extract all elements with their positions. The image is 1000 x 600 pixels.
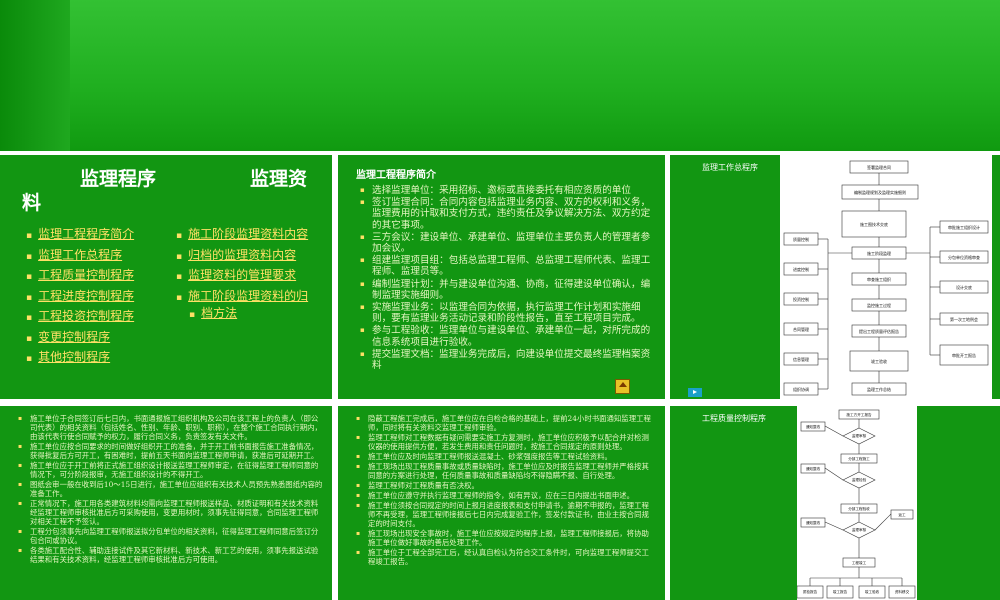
slide-title: 工程质量控制程序 [702, 414, 766, 423]
link-item[interactable]: 监理资料的管理要求 [176, 266, 308, 287]
flow-node: 通知整改 [806, 424, 821, 429]
flowchart-svg: 施工方开工报告 监理审核 分部工程施工 监理检验 分部工程验收 监理审核 工程竣… [796, 409, 916, 599]
bullet-item: 签订监理合同：合同内容包括监理业务内容、双方的权利和义务，监理费用的计取和支付方… [360, 197, 656, 231]
bullet-item: 施工单位须按合同规定的时间上报月进度报表和支付申请书，逾期不申报的，监理工程师不… [356, 501, 656, 528]
bullet-item: 隐蔽工程施工完成后，施工单位应在自检合格的基础上，提前24小时书面通知监理工程师… [356, 414, 656, 432]
flow-node: 设计交底 [956, 284, 972, 290]
bullet-item: 施工现场出现工程质量事故或质量缺陷时，施工单位应及时报告监理工程师并严格按其同意… [356, 462, 656, 480]
bullet-item: 监理工程师对工程数据有疑问需要实施工方复测时，施工单位应积极予以配合并对检测仪器… [356, 433, 656, 451]
title-part3: 料 [22, 192, 42, 214]
next-icon[interactable] [688, 388, 702, 397]
right-link-list: 施工阶段监理资料内容 归档的监理资料内容 监理资料的管理要求 施工阶段监理资料的… [176, 225, 308, 325]
bullet-item: 施工现场出现安全事故时，施工单位应按规定的程序上报，监理工程师接报后，将协助施工… [356, 529, 656, 547]
flow-node: 组织协调 [793, 386, 809, 392]
bullet-item: 施工单位应遵守并执行监理工程师的指令，如有异议，应在三日内提出书面申述。 [356, 491, 656, 500]
flow-node: 施工方开工报告 [846, 412, 872, 417]
flow-node: 分部工程施工 [848, 456, 870, 461]
flow-node: 监理工作总结 [867, 386, 891, 392]
link-item[interactable]: 施工阶段监理资料内容 [176, 225, 308, 246]
home-icon[interactable] [615, 379, 630, 394]
bullet-item: 施工单位于工程全部完工后，经认真自检认为符合交工条件时，可向监理工程师提交工程竣… [356, 548, 656, 566]
bullet-item: 施工单位应及时向监理工程师报送混凝土、砂浆强度报告等工程试验资料。 [356, 452, 656, 461]
slide-title: 监理工作总程序 [702, 163, 758, 172]
flow-node: 进度控制 [793, 266, 809, 272]
bullet-item: 施工单位应于开工前将正式施工组织设计报送监理工程师审定，在征得监理工程师同意的情… [18, 461, 324, 479]
slide-title: 监理工程程序简介 [356, 170, 436, 181]
bullet-item: 组建监理项目组：包括总监理工程师、总监理工程师代表、监理工程师、监理员等。 [360, 255, 656, 277]
bullet-item: 各类施工配合性、辅助连接试件及其它新材料、新技术、新工艺的使用，须事先报送试验结… [18, 546, 324, 564]
bullet-item: 监理工程师对工程质量有否决权。 [356, 481, 656, 490]
slide-thumbnail-overall-flow[interactable]: 监理工作总程序 签署监理合同 编制监理规划及监理实施细则 施工图技术交底 施工阶… [670, 155, 1000, 399]
link-item[interactable]: 工程质量控制程序 [26, 266, 134, 287]
link-item[interactable]: 监理工作总程序 [26, 246, 134, 267]
slide-thumbnail-quality-flow[interactable]: 工程质量控制程序 施工方开工报告 监理审核 分部工程施工 监理检验 分部工程验收… [670, 406, 1000, 600]
bullet-list: 施工单位于合同签订后七日内，书面通报施工组织机构及公司在该工程上的负责人（即公司… [18, 414, 324, 565]
link-item-continued[interactable]: 档方法 [176, 304, 308, 325]
bullet-item: 正常情况下，施工用各类建筑材料均需向监理工程师报送样品、材质证明和有关技术资料经… [18, 499, 324, 526]
flow-node: 质量控制 [793, 236, 809, 242]
title-part2: 监理资 [250, 168, 308, 190]
flow-node: 监理审核 [852, 527, 867, 532]
flow-node: 分包单位资格审查 [948, 254, 980, 260]
slide-thumbnail-intro[interactable]: 监理工程程序简介 选择监理单位：采用招标、邀标或直接委托有相应资质的单位 签订监… [338, 155, 665, 399]
bullet-item: 施工单位应按合同要求的时间做好组织开工的准备，并于开工前书面报告施工准备情况，获… [18, 442, 324, 460]
slide-thumbnail-requirements-1[interactable]: 施工单位于合同签订后七日内，书面通报施工组织机构及公司在该工程上的负责人（即公司… [0, 406, 332, 600]
flow-node: 施工阶段监理 [867, 250, 891, 256]
bullet-item: 施工单位于合同签订后七日内，书面通报施工组织机构及公司在该工程上的负责人（即公司… [18, 414, 324, 441]
link-item[interactable]: 归档的监理资料内容 [176, 246, 308, 267]
bullet-item: 工程分包须事先向监理工程师报送拟分包单位的相关资料，征得监理工程师同意后签订分包… [18, 527, 324, 545]
flow-node: 第一次工地例会 [950, 316, 978, 322]
flow-node: 返工 [898, 512, 906, 517]
bullet-list: 隐蔽工程施工完成后，施工单位应在自检合格的基础上，提前24小时书面通知监理工程师… [356, 414, 656, 567]
flow-node: 投资控制 [793, 296, 809, 302]
flowchart-svg: 签署监理合同 编制监理规划及监理实施细则 施工图技术交底 施工阶段监理 审查施工… [783, 160, 989, 396]
bullet-item: 编制监理计划：并与建设单位沟通、协商，征得建设单位确认，编制监理实施细则。 [360, 279, 656, 301]
bullet-item: 选择监理单位：采用招标、邀标或直接委托有相应资质的单位 [360, 185, 656, 196]
flow-node: 资料移交 [895, 589, 910, 594]
flow-node: 合同管理 [793, 326, 809, 332]
bullet-item: 提交监理文档：监理业务完成后，向建设单位提交最终监理档案资料 [360, 349, 656, 371]
flow-node: 信息管理 [793, 356, 809, 362]
bullet-item: 图纸会审一般在收到后10～15日进行，施工单位应组织有关技术人员预先熟悉图纸内容… [18, 480, 324, 498]
flow-node: 竣工验收 [865, 589, 880, 594]
flowchart-panel: 施工方开工报告 监理审核 分部工程施工 监理检验 分部工程验收 监理审核 工程竣… [796, 406, 917, 600]
flow-node: 提出工程质量评估报告 [859, 328, 899, 334]
flow-node: 通知整改 [806, 520, 821, 525]
flow-node: 编制监理规划及监理实施细则 [854, 189, 906, 195]
flow-node: 审批施工组织设计 [948, 224, 980, 230]
top-slide-thumbnail[interactable] [0, 0, 1000, 151]
flow-node: 竣工验收 [871, 358, 887, 364]
bullet-item: 三方会议：建设单位、承建单位、监理单位主要负责人的管理者参加会议。 [360, 232, 656, 254]
link-item[interactable]: 工程进度控制程序 [26, 287, 134, 308]
title-part1: 监理程序 [80, 168, 157, 190]
link-item[interactable]: 变更控制程序 [26, 328, 134, 349]
flow-node: 通知整改 [806, 466, 821, 471]
flow-node: 监理审核 [852, 433, 867, 438]
bullet-list: 选择监理单位：采用招标、邀标或直接委托有相应资质的单位 签订监理合同：合同内容包… [360, 185, 656, 372]
flow-node: 工程竣工 [852, 560, 867, 565]
link-item[interactable]: 监理工程程序简介 [26, 225, 134, 246]
bullet-item: 参与工程验收：监理单位与建设单位、承建单位一起，对所完成的信息系统项目进行验收。 [360, 325, 656, 347]
flow-node: 质检报告 [803, 589, 818, 594]
flow-node: 分部工程验收 [848, 506, 870, 511]
flow-node: 竣工报告 [833, 589, 848, 594]
link-item[interactable]: 其他控制程序 [26, 348, 134, 369]
left-link-list: 监理工程程序简介 监理工作总程序 工程质量控制程序 工程进度控制程序 工程投资控… [26, 225, 134, 369]
flow-node: 监控施工过程 [867, 302, 891, 308]
slide-thumbnail-contents[interactable]: 监理程序 监理资 料 监理工程程序简介 监理工作总程序 工程质量控制程序 工程进… [0, 155, 332, 399]
link-item[interactable]: 工程投资控制程序 [26, 307, 134, 328]
flow-node: 施工图技术交底 [860, 221, 888, 227]
flowchart-panel: 签署监理合同 编制监理规划及监理实施细则 施工图技术交底 施工阶段监理 审查施工… [780, 155, 992, 399]
flow-node: 监理检验 [852, 477, 867, 482]
slide-shade [0, 0, 70, 151]
flow-node: 签署监理合同 [867, 164, 891, 170]
slide-thumbnail-requirements-2[interactable]: 隐蔽工程施工完成后，施工单位应在自检合格的基础上，提前24小时书面通知监理工程师… [338, 406, 665, 600]
flow-node: 审查施工组织 [867, 276, 891, 282]
flow-node: 审批开工报告 [952, 352, 976, 358]
bullet-item: 实施监理业务：以监理合同为依据，执行监理工作计划和实施细则，要有监理业务活动记录… [360, 302, 656, 324]
